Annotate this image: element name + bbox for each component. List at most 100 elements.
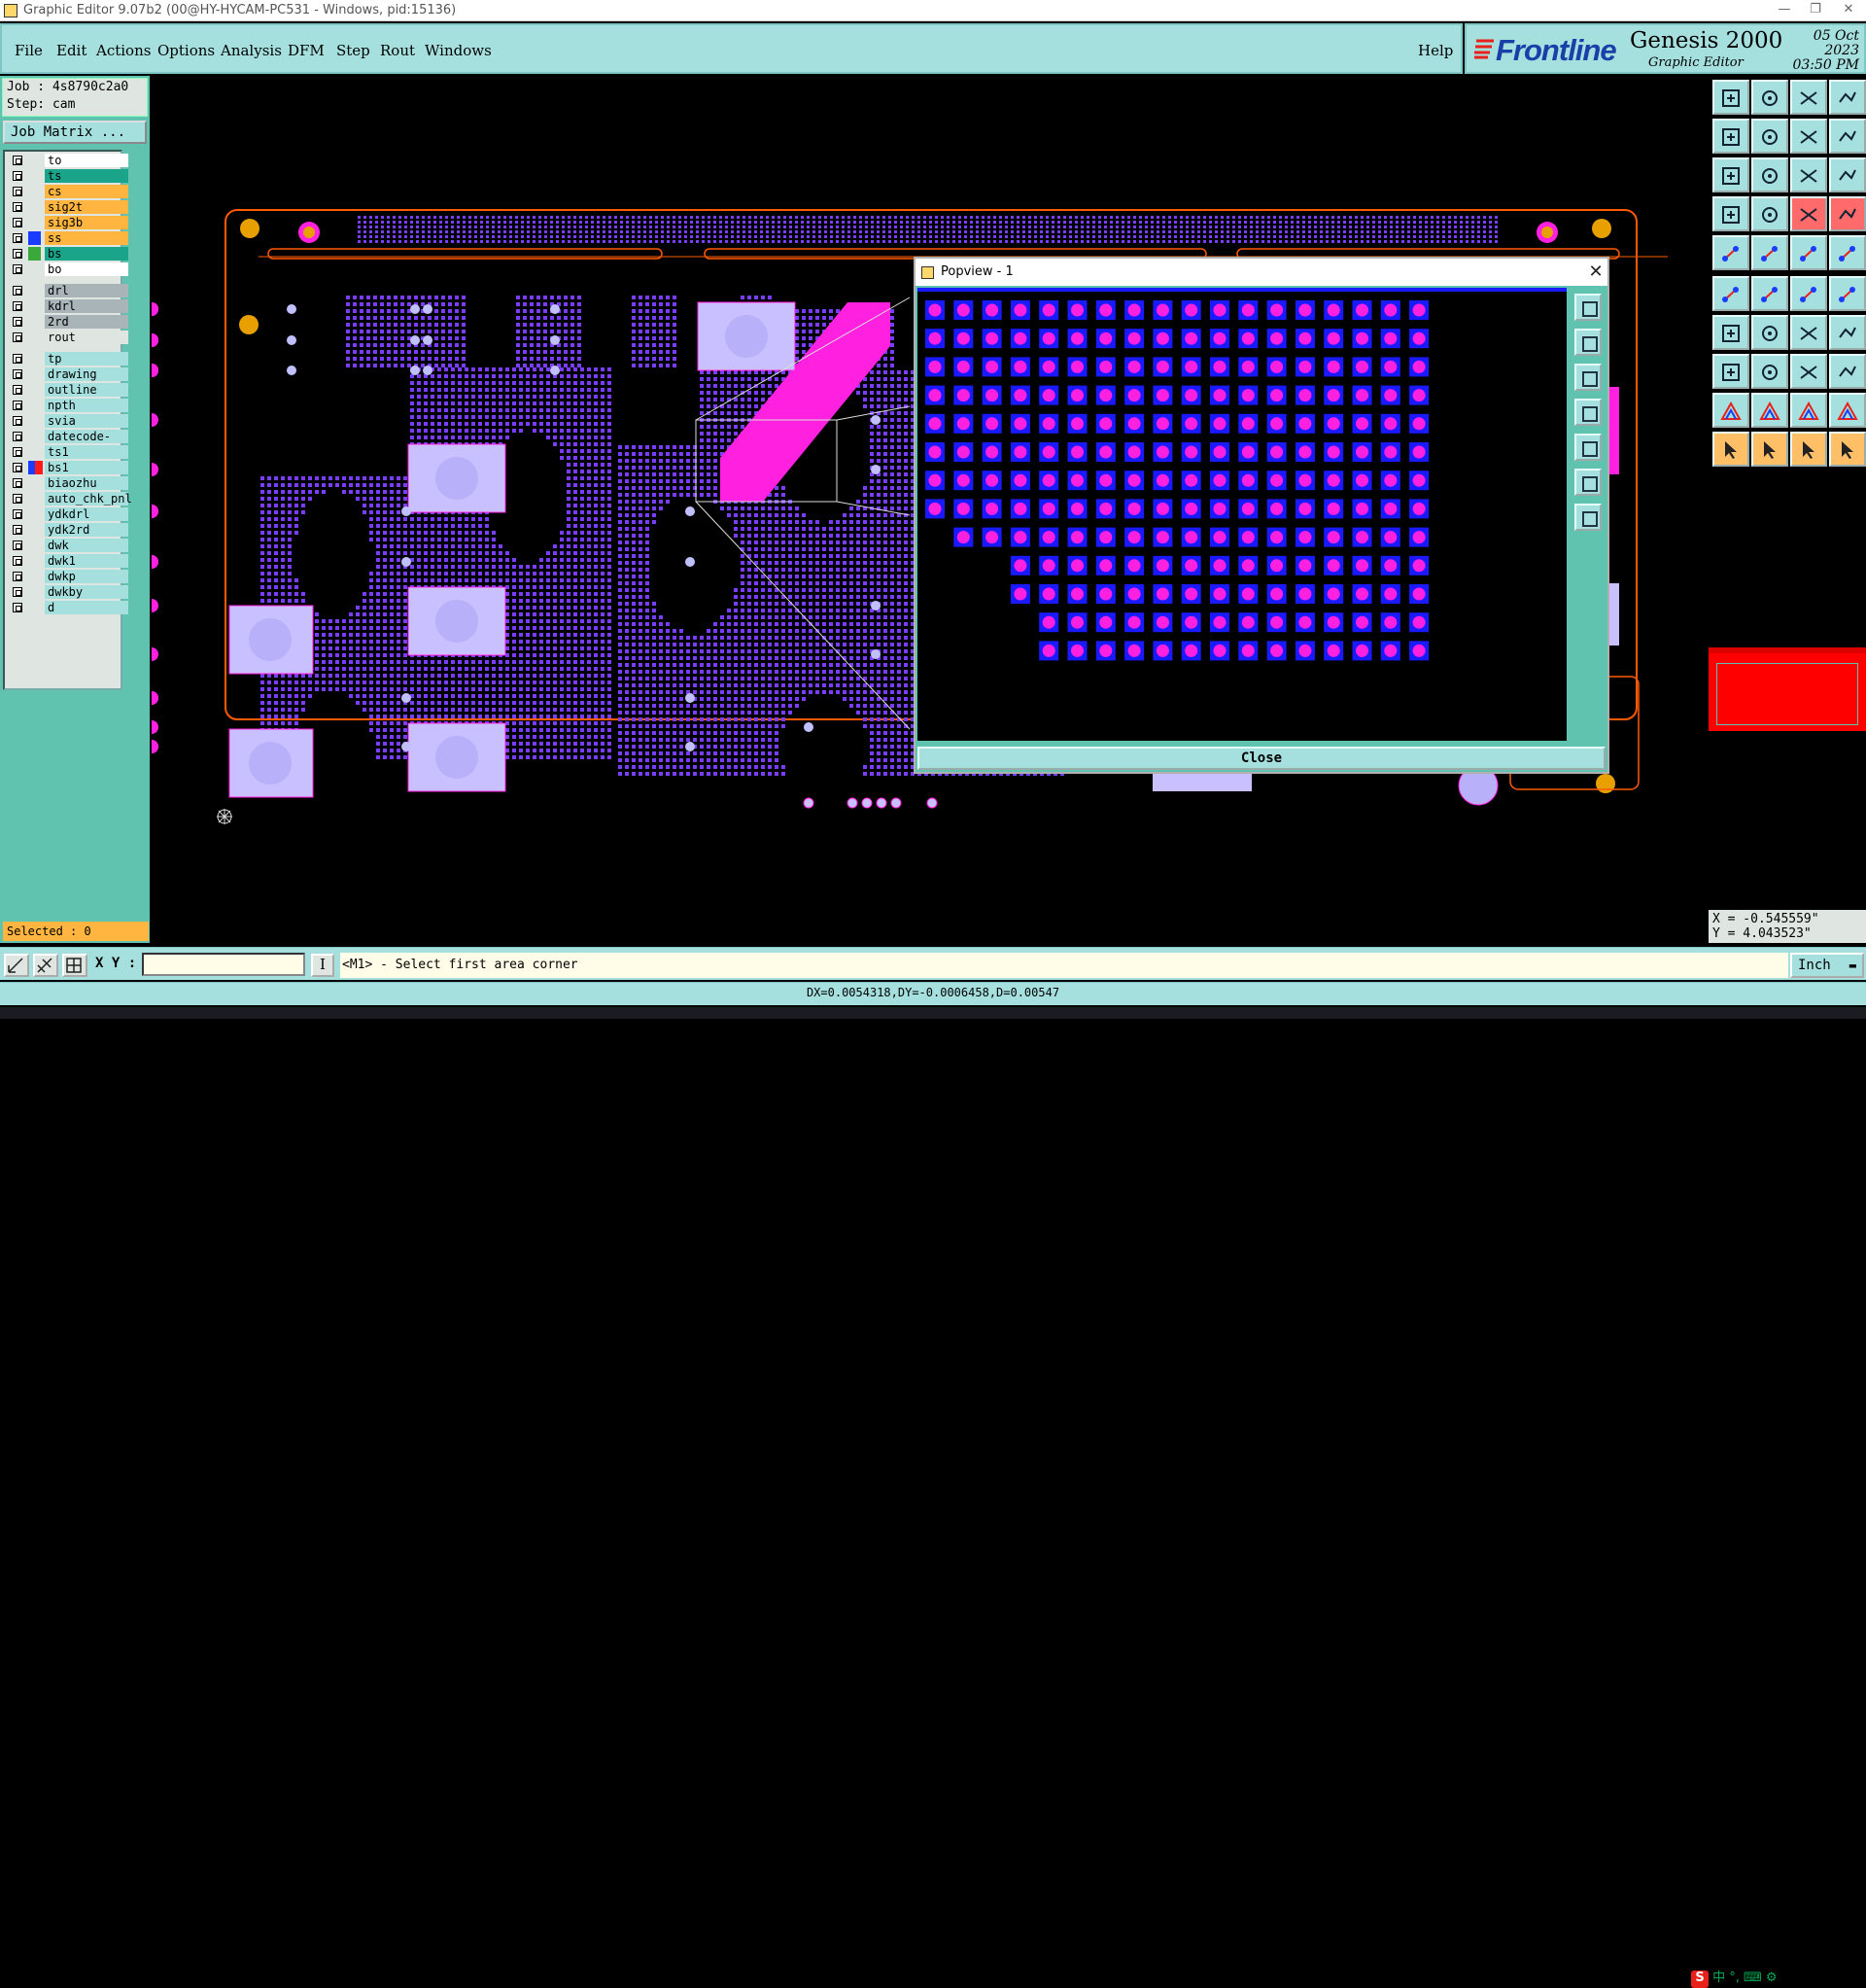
layer-row-ts1[interactable]: ts1 xyxy=(9,445,125,459)
layer-checkbox[interactable] xyxy=(13,478,22,488)
layer-checkbox[interactable] xyxy=(13,332,22,342)
triangle-button[interactable] xyxy=(1712,393,1749,428)
layer-checkbox[interactable] xyxy=(13,432,22,441)
layer-checkbox[interactable] xyxy=(13,509,22,519)
menu-edit[interactable]: Edit xyxy=(56,42,86,59)
layer-checkbox[interactable] xyxy=(13,556,22,566)
layer-checkbox[interactable] xyxy=(13,401,22,410)
polygon-button[interactable] xyxy=(1829,393,1866,428)
select-button[interactable] xyxy=(1712,432,1749,467)
layer-checkbox[interactable] xyxy=(13,187,22,196)
cross-button[interactable] xyxy=(1751,276,1788,311)
arc-button[interactable] xyxy=(1790,315,1827,350)
menu-analysis[interactable]: Analysis xyxy=(221,42,282,59)
layer-row-to[interactable]: to xyxy=(9,154,125,167)
grid-button[interactable] xyxy=(1751,196,1788,231)
layer-row-tp[interactable]: tp xyxy=(9,352,125,366)
layer-checkbox[interactable] xyxy=(13,202,22,212)
layer-row-rout[interactable]: rout xyxy=(9,331,125,344)
layer-row-dwk[interactable]: dwk xyxy=(9,539,125,552)
layer-checkbox[interactable] xyxy=(13,354,22,364)
popview-zoom-view[interactable] xyxy=(917,288,1567,741)
cluster-button[interactable] xyxy=(1829,354,1866,389)
pin-button[interactable] xyxy=(1829,315,1866,350)
layer-row-datecode-pts[interactable]: datecode-pts xyxy=(9,430,125,443)
layer-row-2rd[interactable]: 2rd xyxy=(9,315,125,329)
node-button[interactable] xyxy=(1829,276,1866,311)
open-button[interactable] xyxy=(1712,80,1749,115)
layer-checkbox[interactable] xyxy=(13,447,22,457)
layer-checkbox[interactable] xyxy=(13,416,22,426)
overview-minimap[interactable] xyxy=(1709,647,1866,731)
layer-checkbox[interactable] xyxy=(13,587,22,597)
menu-help[interactable]: Help xyxy=(1418,42,1453,59)
popview-pan-right-button[interactable] xyxy=(1574,434,1602,461)
minimize-button[interactable]: — xyxy=(1775,2,1794,19)
layer-row-drawing[interactable]: drawing xyxy=(9,367,125,381)
job-matrix-button[interactable]: Job Matrix ... xyxy=(3,121,147,144)
layer-row-dwkby[interactable]: dwkby xyxy=(9,585,125,599)
layer-row-cs[interactable]: cs xyxy=(9,185,125,198)
home-button[interactable] xyxy=(1790,80,1827,115)
layer-row-dwkp[interactable]: dwkp xyxy=(9,570,125,583)
popview-pan-left-button[interactable] xyxy=(1574,399,1602,426)
popview-close-button[interactable]: Close xyxy=(917,747,1606,770)
menu-file[interactable]: File xyxy=(15,42,43,59)
layer-checkbox[interactable] xyxy=(13,249,22,259)
help-button[interactable] xyxy=(1829,157,1866,192)
layer-checkbox[interactable] xyxy=(13,301,22,311)
ruler-button[interactable] xyxy=(1790,235,1827,270)
layer-checkbox[interactable] xyxy=(13,218,22,227)
popview-close-icon[interactable]: ✕ xyxy=(1584,259,1607,286)
swap-button[interactable] xyxy=(1790,119,1827,154)
popview-center-button[interactable] xyxy=(1574,504,1602,531)
import-button[interactable] xyxy=(1712,119,1749,154)
layer-row-drl[interactable]: drl xyxy=(9,284,125,297)
zoom-step-button[interactable] xyxy=(1751,157,1788,192)
export-button[interactable] xyxy=(1751,119,1788,154)
layer-checkbox[interactable] xyxy=(13,369,22,379)
layer-checkbox[interactable] xyxy=(13,603,22,612)
menu-windows[interactable]: Windows xyxy=(425,42,492,59)
grid-mode-button[interactable] xyxy=(62,954,87,977)
zoom-fit-button[interactable] xyxy=(1712,157,1749,192)
xy-input[interactable] xyxy=(142,953,305,976)
layer-checkbox[interactable] xyxy=(13,385,22,395)
add-pad-button[interactable] xyxy=(1712,235,1749,270)
layer-checkbox[interactable] xyxy=(13,156,22,165)
menu-actions[interactable]: Actions xyxy=(96,42,151,59)
layer-row-svia[interactable]: svia xyxy=(9,414,125,428)
menu-rout[interactable]: Rout xyxy=(380,42,415,59)
slope-button[interactable] xyxy=(1712,315,1749,350)
layer-row-bo[interactable]: bo xyxy=(9,262,125,276)
layer-checkbox[interactable] xyxy=(13,317,22,327)
popview-zoom-in-button[interactable] xyxy=(1574,329,1602,356)
connect-button[interactable] xyxy=(1712,276,1749,311)
layer-compare-button[interactable] xyxy=(1790,196,1827,231)
menu-dfm[interactable]: DFM xyxy=(288,42,325,59)
restore-button[interactable]: ❐ xyxy=(1806,2,1825,19)
layout-button[interactable] xyxy=(1829,80,1866,115)
measure-mode-button[interactable] xyxy=(33,954,58,977)
layer-row-bs[interactable]: bs xyxy=(9,247,125,261)
layer-row-ydkdrl[interactable]: ydkdrl xyxy=(9,507,125,521)
popview-fit-button[interactable] xyxy=(1574,469,1602,496)
layer-row-bs1[interactable]: bs1 xyxy=(9,461,125,474)
layer-checkbox[interactable] xyxy=(13,541,22,550)
rotate-button[interactable] xyxy=(1712,196,1749,231)
close-window-button[interactable]: ✕ xyxy=(1839,2,1858,19)
scale-button[interactable] xyxy=(1790,157,1827,192)
line-button[interactable] xyxy=(1790,276,1827,311)
layer-row-auto_chk_pnl[interactable]: auto_chk_pnl xyxy=(9,492,125,506)
snap-mode-button[interactable] xyxy=(4,954,29,977)
select-net-button[interactable] xyxy=(1751,432,1788,467)
layer-checkbox[interactable] xyxy=(13,572,22,581)
region-button[interactable] xyxy=(1790,393,1827,428)
layer-checkbox[interactable] xyxy=(13,494,22,504)
layer-row-dwk1[interactable]: dwk1 xyxy=(9,554,125,568)
layer-row-sig2t[interactable]: sig2t xyxy=(9,200,125,214)
layer-row-ss[interactable]: ss xyxy=(9,231,125,245)
select-feature-button[interactable] xyxy=(1790,432,1827,467)
units-selector[interactable]: Inch▬ xyxy=(1790,953,1864,978)
layer-checkbox[interactable] xyxy=(13,171,22,181)
